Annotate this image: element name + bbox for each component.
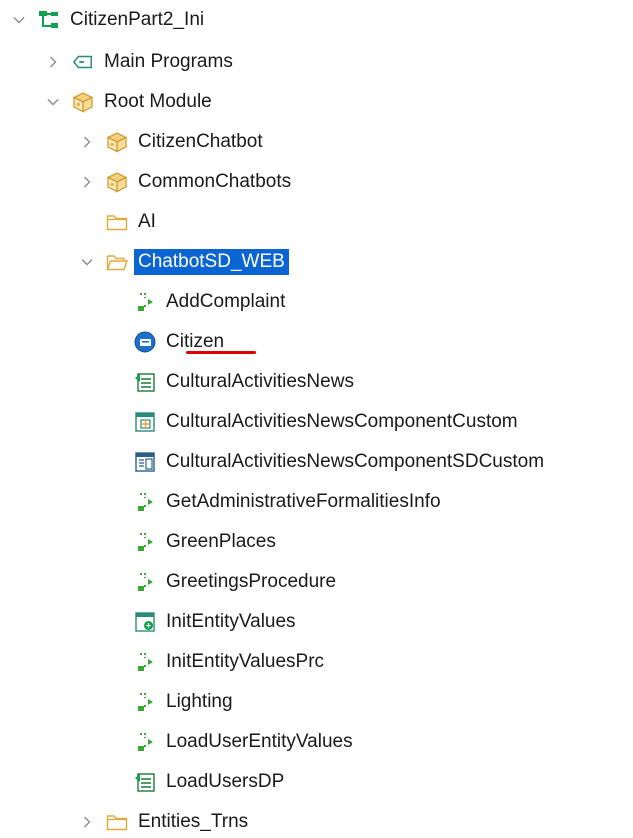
procedure-icon: [134, 291, 156, 313]
tree-node-citizenchatbot[interactable]: CitizenChatbot: [80, 126, 267, 158]
chevron-right-icon[interactable]: [80, 815, 94, 829]
tree-node-chatbotsd-web[interactable]: ChatbotSD_WEB: [80, 246, 289, 278]
tree-node-label: GetAdministrativeFormalitiesInfo: [166, 491, 441, 512]
sd-panel-icon: [134, 331, 156, 353]
tree-node-label-selected: ChatbotSD_WEB: [134, 249, 289, 275]
knowledge-base-tree: CitizenPart2_Ini Main Programs Root Modu…: [0, 0, 633, 838]
tree-node-label: CommonChatbots: [138, 171, 292, 192]
kb-tree-icon: [38, 9, 60, 31]
data-provider-icon: [134, 771, 156, 793]
tree-node-commonchatbots[interactable]: CommonChatbots: [80, 166, 295, 198]
tree-node-label: AI: [138, 211, 156, 232]
tree-node-entities-trns[interactable]: Entities_Trns: [80, 806, 252, 838]
chevron-right-icon[interactable]: [80, 175, 94, 189]
data-provider-icon: [134, 371, 156, 393]
tree-node-loaduserentityvalues[interactable]: LoadUserEntityValues: [134, 726, 357, 758]
procedure-icon: [134, 651, 156, 673]
chevron-right-icon[interactable]: [80, 135, 94, 149]
module-package-icon: [72, 91, 94, 113]
tree-node-label: InitEntityValuesPrc: [166, 651, 325, 672]
folder-icon: [106, 211, 128, 233]
folder-icon: [106, 811, 128, 833]
tree-node-label: Entities_Trns: [138, 811, 249, 832]
tree-node-culturalactivitiesnews[interactable]: CulturalActivitiesNews: [134, 366, 358, 398]
tree-node-label: CitizenChatbot: [138, 131, 263, 152]
tree-node-lighting[interactable]: Lighting: [134, 686, 237, 718]
tree-node-addcomplaint[interactable]: AddComplaint: [134, 286, 289, 318]
procedure-icon: [134, 571, 156, 593]
procedure-icon: [134, 491, 156, 513]
tree-node-label: Main Programs: [104, 51, 233, 72]
tree-node-getadministrativeformalitiesinfo[interactable]: GetAdministrativeFormalitiesInfo: [134, 486, 445, 518]
tree-node-culturalactivitiesnewscomponentcustom[interactable]: CulturalActivitiesNewsComponentCustom: [134, 406, 522, 438]
tree-node-label: LoadUserEntityValues: [166, 731, 353, 752]
web-component-icon: [134, 411, 156, 433]
tree-node-label: CulturalActivitiesNewsComponentSDCustom: [166, 451, 545, 472]
annotation-underline: [186, 351, 256, 354]
module-package-icon: [106, 171, 128, 193]
procedure-icon: [134, 691, 156, 713]
tree-node-label: AddComplaint: [166, 291, 286, 312]
tree-node-loadusersdp[interactable]: LoadUsersDP: [134, 766, 288, 798]
module-package-icon: [106, 131, 128, 153]
tree-node-label: LoadUsersDP: [166, 771, 285, 792]
procedure-icon: [134, 531, 156, 553]
chevron-down-icon[interactable]: [12, 13, 26, 27]
tree-node-root-module[interactable]: Root Module: [46, 86, 216, 118]
tree-node-citizenpart2-ini[interactable]: CitizenPart2_Ini: [12, 4, 208, 36]
tree-node-label: GreetingsProcedure: [166, 571, 337, 592]
tree-node-label: InitEntityValues: [166, 611, 296, 632]
tree-node-culturalactivitiesnewscomponentsdcustom[interactable]: CulturalActivitiesNewsComponentSDCustom: [134, 446, 548, 478]
chevron-right-icon[interactable]: [46, 55, 60, 69]
procedure-icon: [134, 731, 156, 753]
folder-open-icon: [106, 251, 128, 273]
sd-component-icon: [134, 451, 156, 473]
tree-node-label: CulturalActivitiesNewsComponentCustom: [166, 411, 518, 432]
tree-node-label: GreenPlaces: [166, 531, 276, 552]
chevron-down-icon[interactable]: [46, 95, 60, 109]
tree-node-greetingsprocedure[interactable]: GreetingsProcedure: [134, 566, 340, 598]
tree-node-initentityvaluesprc[interactable]: InitEntityValuesPrc: [134, 646, 328, 678]
tree-node-label: CitizenPart2_Ini: [70, 9, 205, 30]
tree-node-greenplaces[interactable]: GreenPlaces: [134, 526, 280, 558]
tag-icon: [72, 51, 94, 73]
tree-node-main-programs[interactable]: Main Programs: [46, 46, 237, 78]
tree-node-label: Root Module: [104, 91, 212, 112]
chevron-down-icon[interactable]: [80, 255, 94, 269]
web-panel-icon: [134, 611, 156, 633]
tree-node-ai[interactable]: AI: [80, 206, 160, 238]
tree-node-initentityvalues[interactable]: InitEntityValues: [134, 606, 300, 638]
tree-node-label: Lighting: [166, 691, 233, 712]
tree-node-label: CulturalActivitiesNews: [166, 371, 354, 392]
